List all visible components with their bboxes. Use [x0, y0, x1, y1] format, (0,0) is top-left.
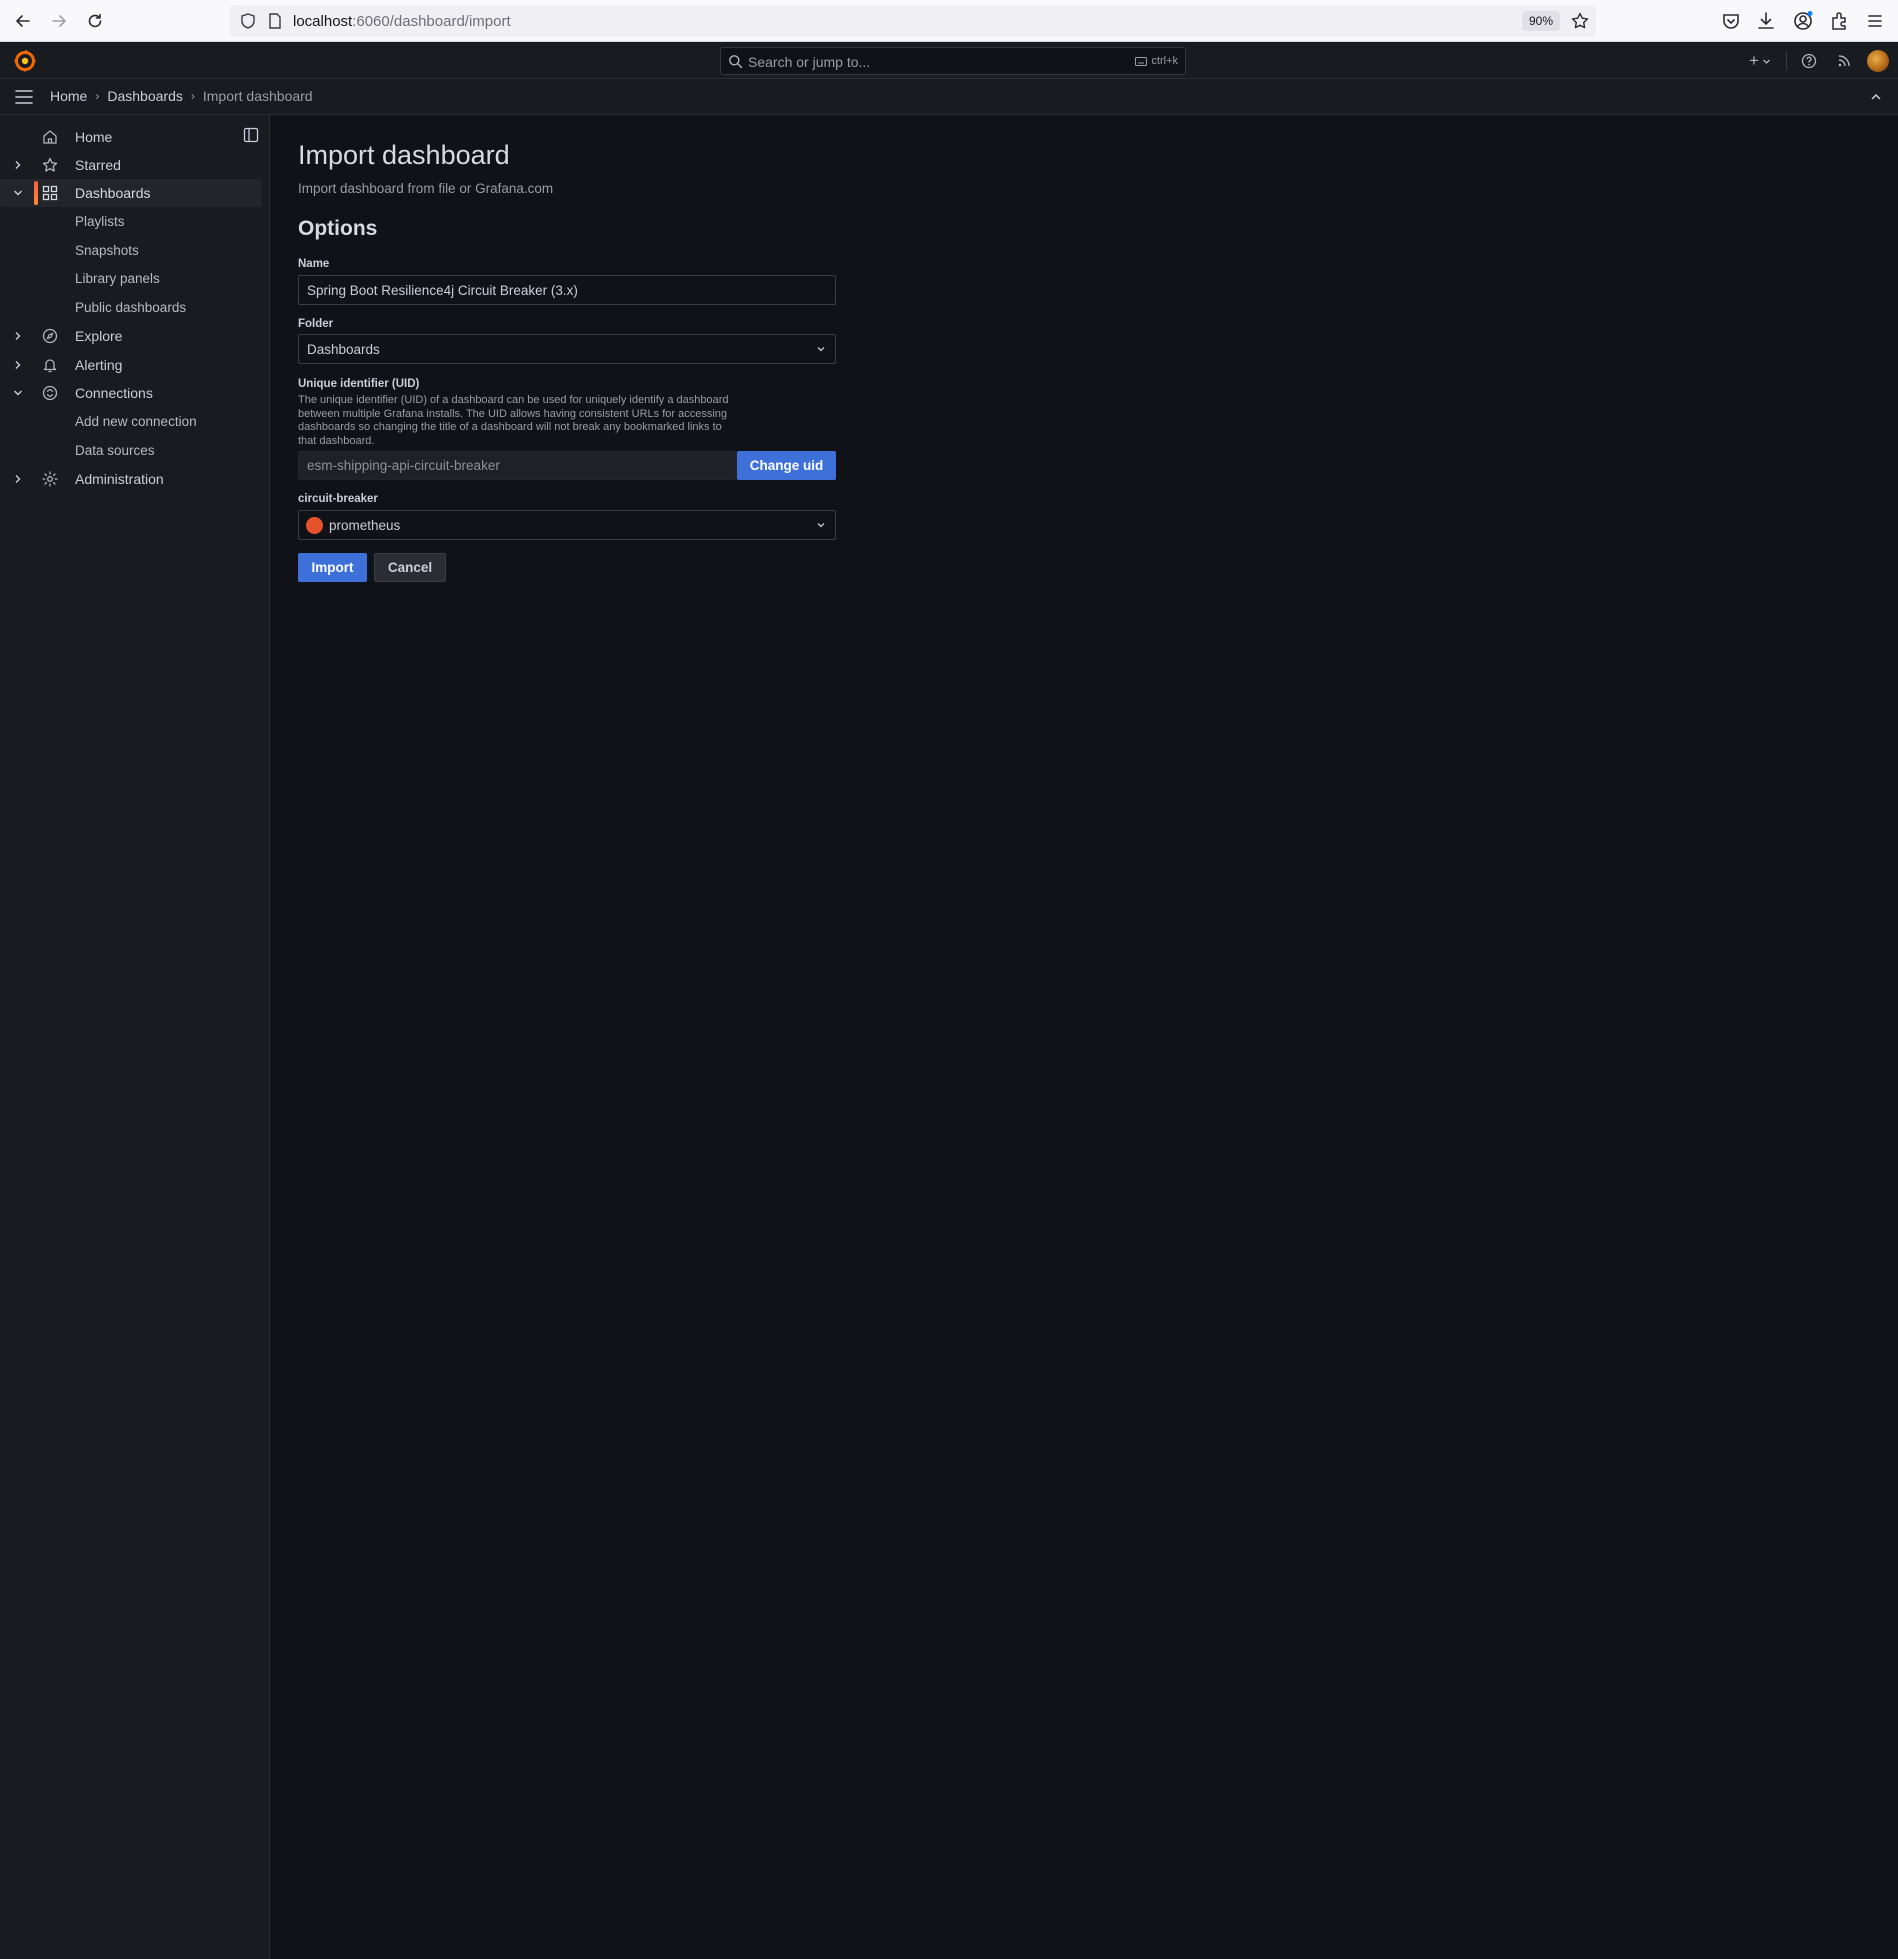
import-button[interactable]: Import: [298, 553, 367, 582]
download-icon[interactable]: [1755, 10, 1777, 32]
sidebar-item-label: Alerting: [75, 357, 123, 373]
change-uid-button[interactable]: Change uid: [737, 451, 836, 480]
sidebar-item-starred[interactable]: Starred: [0, 151, 262, 179]
page-subtitle: Import dashboard from file or Grafana.co…: [298, 181, 554, 196]
sidebar-item-label: Home: [75, 129, 113, 145]
link-icon: [42, 385, 58, 401]
pocket-icon[interactable]: [1720, 10, 1742, 32]
sidebar-item-add-new-connection[interactable]: Add new connection: [75, 414, 197, 429]
sidebar-item-label: Starred: [75, 157, 121, 173]
page-icon[interactable]: [266, 12, 284, 30]
cancel-button[interactable]: Cancel: [374, 553, 446, 582]
search-placeholder: Search or jump to...: [748, 54, 871, 70]
prometheus-icon: [306, 517, 323, 534]
chevron-right-icon[interactable]: [11, 158, 25, 172]
chevron-right-icon[interactable]: [11, 329, 25, 343]
help-icon: [1801, 53, 1817, 69]
search-shortcut: ctrl+k: [1135, 55, 1178, 67]
news-button[interactable]: [1834, 51, 1854, 71]
sidebar-item-playlists[interactable]: Playlists: [75, 214, 125, 229]
breadcrumb-separator-icon: ›: [190, 89, 195, 103]
help-button[interactable]: [1799, 51, 1819, 71]
url-bar[interactable]: localhost:6060/dashboard/import 90%: [230, 5, 1596, 37]
sidebar-item-label: Connections: [75, 385, 153, 401]
add-new-button[interactable]: +: [1744, 51, 1776, 71]
sidebar-item-connections[interactable]: Connections: [0, 379, 262, 407]
datasource-label: circuit-breaker: [298, 493, 378, 505]
grafana-topbar: Search or jump to... ctrl+k +: [0, 42, 1898, 79]
sidebar-item-library-panels[interactable]: Library panels: [75, 271, 160, 286]
user-avatar[interactable]: [1867, 50, 1889, 72]
menu-toggle-icon[interactable]: [14, 88, 34, 106]
options-heading: Options: [298, 217, 378, 240]
name-field[interactable]: [298, 275, 836, 305]
home-icon: [43, 130, 57, 144]
folder-select[interactable]: Dashboards: [298, 334, 836, 364]
breadcrumb: Home › Dashboards › Import dashboard: [50, 88, 313, 104]
sidebar-item-label: Administration: [75, 471, 164, 487]
sidebar-item-label: Dashboards: [75, 185, 151, 201]
apps-icon: [42, 185, 58, 201]
sidebar-item-home[interactable]: Home: [0, 123, 262, 151]
breadcrumb-home[interactable]: Home: [50, 88, 87, 104]
shield-icon[interactable]: [239, 12, 257, 30]
bell-icon: [43, 359, 57, 373]
bookmark-star-icon[interactable]: [1570, 11, 1590, 31]
folder-label: Folder: [298, 318, 334, 330]
grafana-logo-icon[interactable]: [13, 49, 37, 73]
sidebar: Home Starred Dashboards Playlists Snapsh…: [0, 115, 270, 1959]
sidebar-item-alerting[interactable]: Alerting: [0, 351, 262, 379]
chevron-right-icon[interactable]: [11, 358, 25, 372]
chevron-down-icon[interactable]: [11, 186, 25, 200]
sidebar-item-public-dashboards[interactable]: Public dashboards: [75, 300, 186, 315]
chevron-down-icon: [1763, 59, 1770, 64]
datasource-select[interactable]: prometheus: [298, 510, 836, 540]
sidebar-item-label: Explore: [75, 328, 123, 344]
hamburger-menu-icon[interactable]: [1864, 10, 1886, 32]
datasource-select-value: prometheus: [329, 518, 401, 533]
chevron-down-icon: [817, 523, 825, 528]
chevron-down-icon: [817, 347, 825, 352]
breadcrumb-bar: Home › Dashboards › Import dashboard: [0, 79, 1898, 115]
uid-description: The unique identifier (UID) of a dashboa…: [298, 394, 729, 447]
reload-icon[interactable]: [83, 9, 107, 33]
search-input[interactable]: Search or jump to... ctrl+k: [720, 47, 1186, 75]
sidebar-item-administration[interactable]: Administration: [0, 465, 262, 493]
divider: [1786, 52, 1787, 70]
extensions-icon[interactable]: [1828, 10, 1850, 32]
page-title: Import dashboard: [298, 140, 510, 170]
chevron-down-icon[interactable]: [11, 386, 25, 400]
back-icon[interactable]: [11, 9, 35, 33]
uid-field[interactable]: [298, 451, 737, 480]
sidebar-item-snapshots[interactable]: Snapshots: [75, 243, 139, 258]
sidebar-item-data-sources[interactable]: Data sources: [75, 443, 155, 458]
breadcrumb-current: Import dashboard: [202, 88, 313, 104]
breadcrumb-separator-icon: ›: [95, 89, 100, 103]
chevron-up-icon[interactable]: [1868, 89, 1884, 105]
compass-icon: [42, 328, 58, 344]
sidebar-item-dashboards[interactable]: Dashboards: [0, 179, 262, 207]
uid-label: Unique identifier (UID): [298, 378, 420, 390]
plus-icon: +: [1749, 51, 1759, 70]
sidebar-item-explore[interactable]: Explore: [0, 322, 262, 350]
rss-icon: [1838, 55, 1850, 67]
url-text[interactable]: localhost:6060/dashboard/import: [293, 13, 511, 30]
browser-toolbar: localhost:6060/dashboard/import 90%: [0, 0, 1898, 42]
forward-icon[interactable]: [47, 9, 71, 33]
zoom-level[interactable]: 90%: [1522, 11, 1560, 31]
name-label: Name: [298, 258, 330, 270]
active-indicator: [34, 181, 38, 205]
chevron-right-icon[interactable]: [11, 472, 25, 486]
star-icon: [42, 157, 58, 172]
folder-select-value: Dashboards: [307, 342, 380, 357]
search-icon: [729, 55, 743, 69]
account-icon[interactable]: [1792, 10, 1814, 32]
breadcrumb-dashboards[interactable]: Dashboards: [107, 88, 183, 104]
cog-icon: [42, 471, 58, 487]
keyboard-icon: [1135, 56, 1148, 66]
